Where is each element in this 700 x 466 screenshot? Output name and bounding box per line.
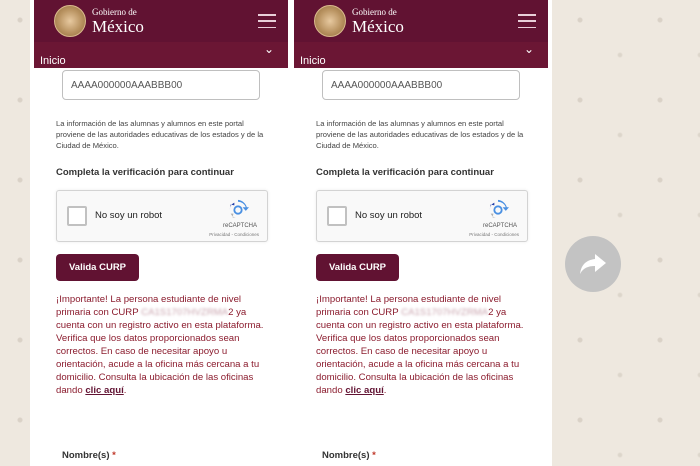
notice-text: ¡Importante! La persona estudiante de ni… [316, 294, 528, 398]
forwarded-image[interactable]: Gobierno de México Inicio ⌄ La informaci… [30, 0, 552, 466]
brand-big: México [352, 16, 404, 36]
clic-aqui-link[interactable]: clic aquí [345, 385, 383, 396]
recaptcha-logo-icon [489, 199, 509, 219]
hamburger-menu-icon[interactable] [258, 14, 276, 28]
recaptcha-label: No soy un robot [355, 210, 423, 221]
gov-brand: Gobierno de México [92, 6, 144, 36]
screenshot-panel-left: Gobierno de México Inicio ⌄ La informaci… [34, 0, 288, 466]
recaptcha-checkbox[interactable] [327, 206, 347, 226]
forward-button[interactable] [565, 236, 621, 292]
curp-blurred: CA1S1707HVZRMA [401, 306, 489, 318]
verify-title: Completa la verificación para continuar [56, 167, 234, 178]
chevron-down-icon[interactable]: ⌄ [264, 42, 274, 56]
brand-big: México [92, 16, 144, 36]
brand-small: Gobierno de [92, 6, 137, 17]
notice-end: . [383, 384, 387, 396]
nombre-text: Nombre(s) [322, 450, 370, 461]
recaptcha-label: No soy un robot [95, 210, 163, 221]
recaptcha-widget: No soy un robot reCAPTCHA Privacidad - C… [56, 190, 268, 242]
curp-input[interactable] [322, 70, 520, 100]
info-text: La información de las alumnas y alumnos … [316, 119, 524, 150]
recaptcha-links[interactable]: Privacidad - Condiciones [209, 232, 259, 237]
recaptcha-links[interactable]: Privacidad - Condiciones [469, 232, 519, 237]
notice-part2: ya cuenta con un registro activo en esta… [316, 306, 524, 396]
recaptcha-widget: No soy un robot reCAPTCHA Privacidad - C… [316, 190, 528, 242]
screenshot-panel-right: Gobierno de México Inicio ⌄ La informaci… [294, 0, 548, 466]
notice-text: ¡Importante! La persona estudiante de ni… [56, 294, 268, 398]
info-text: La información de las alumnas y alumnos … [56, 119, 264, 150]
notice-part2: ya cuenta con un registro activo en esta… [56, 306, 264, 396]
hamburger-menu-icon[interactable] [518, 14, 536, 28]
forward-arrow-icon [580, 254, 606, 274]
valida-curp-button[interactable]: Valida CURP [56, 254, 140, 281]
nav-bar: Inicio ⌄ [34, 42, 288, 68]
curp-blurred: CA1S1707HVZRMA [141, 306, 229, 318]
recaptcha-brand: reCAPTCHA [222, 223, 257, 229]
brand-small: Gobierno de [352, 6, 397, 17]
recaptcha-brand: reCAPTCHA [482, 223, 517, 229]
notice-end: . [123, 384, 127, 396]
chevron-down-icon[interactable]: ⌄ [524, 42, 534, 56]
verify-title: Completa la verificación para continuar [316, 167, 494, 178]
gov-header: Gobierno de México [294, 0, 548, 42]
clic-aqui-link[interactable]: clic aquí [85, 385, 123, 396]
nombre-label: Nombre(s) * [322, 450, 376, 461]
gov-header: Gobierno de México [34, 0, 288, 42]
nav-inicio[interactable]: Inicio [40, 55, 66, 67]
gov-brand: Gobierno de México [352, 6, 404, 36]
valida-curp-button[interactable]: Valida CURP [316, 254, 400, 281]
nav-inicio[interactable]: Inicio [300, 55, 326, 67]
nombre-label: Nombre(s) * [62, 450, 116, 461]
curp-input[interactable] [62, 70, 260, 100]
recaptcha-checkbox[interactable] [67, 206, 87, 226]
nav-bar: Inicio ⌄ [294, 42, 548, 68]
nombre-text: Nombre(s) [62, 450, 110, 461]
mexico-seal-icon [54, 5, 86, 37]
required-mark: * [372, 450, 376, 461]
recaptcha-logo-icon [229, 199, 249, 219]
mexico-seal-icon [314, 5, 346, 37]
required-mark: * [112, 450, 116, 461]
